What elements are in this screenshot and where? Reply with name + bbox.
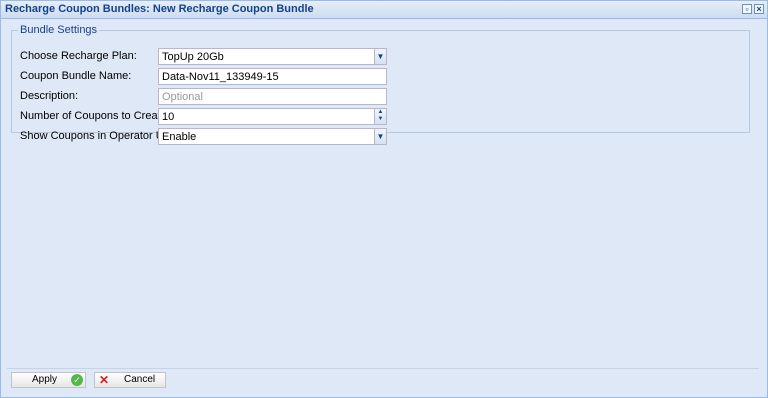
bundle-settings-fieldset: Bundle Settings Choose Recharge Plan: To…	[11, 24, 750, 145]
bundle-name-value: Data-Nov11_133949-15	[162, 71, 279, 83]
restore-icon[interactable]: ▫	[742, 4, 752, 14]
cancel-button[interactable]: ✕ Cancel	[94, 372, 166, 388]
recharge-plan-select[interactable]: TopUp 20Gb ▼	[158, 48, 387, 65]
bundle-name-input[interactable]: Data-Nov11_133949-15	[158, 68, 387, 85]
bundle-name-label: Coupon Bundle Name:	[20, 70, 132, 82]
check-circle-icon: ✓	[71, 374, 83, 386]
dialog-window: Recharge Coupon Bundles: New Recharge Co…	[0, 0, 768, 398]
apply-button-label: Apply	[32, 374, 58, 385]
show-operator-ui-select[interactable]: Enable ▼	[158, 128, 387, 145]
chevron-down-icon[interactable]: ▼	[374, 129, 386, 144]
bundle-settings-legend: Bundle Settings	[20, 24, 98, 36]
cancel-button-label: Cancel	[124, 374, 156, 385]
window-title: Recharge Coupon Bundles: New Recharge Co…	[5, 3, 314, 15]
close-icon[interactable]: ×	[754, 4, 764, 14]
cancel-x-icon: ✕	[98, 373, 110, 387]
title-bar[interactable]: Recharge Coupon Bundles: New Recharge Co…	[1, 1, 767, 19]
show-operator-ui-value: Enable	[162, 131, 197, 143]
apply-button[interactable]: Apply ✓	[11, 372, 86, 388]
recharge-plan-value: TopUp 20Gb	[162, 51, 224, 63]
footer-toolbar: Apply ✓ ✕ Cancel	[7, 368, 759, 391]
spinner-arrows-icon[interactable]: ▲ ▼	[374, 109, 386, 124]
chevron-down-icon[interactable]: ▼	[374, 49, 386, 64]
description-input[interactable]: Optional	[158, 88, 387, 105]
form-panel: Bundle Settings Choose Recharge Plan: To…	[7, 20, 759, 366]
coupons-count-value: 10	[162, 111, 175, 123]
coupons-count-stepper[interactable]: 10 ▲ ▼	[158, 108, 387, 125]
description-label: Description:	[20, 90, 79, 102]
recharge-plan-label: Choose Recharge Plan:	[20, 50, 137, 62]
show-operator-ui-label: Show Coupons in Operator UI:	[20, 130, 170, 142]
description-placeholder: Optional	[162, 91, 203, 103]
coupons-count-label: Number of Coupons to Create:	[20, 110, 170, 122]
